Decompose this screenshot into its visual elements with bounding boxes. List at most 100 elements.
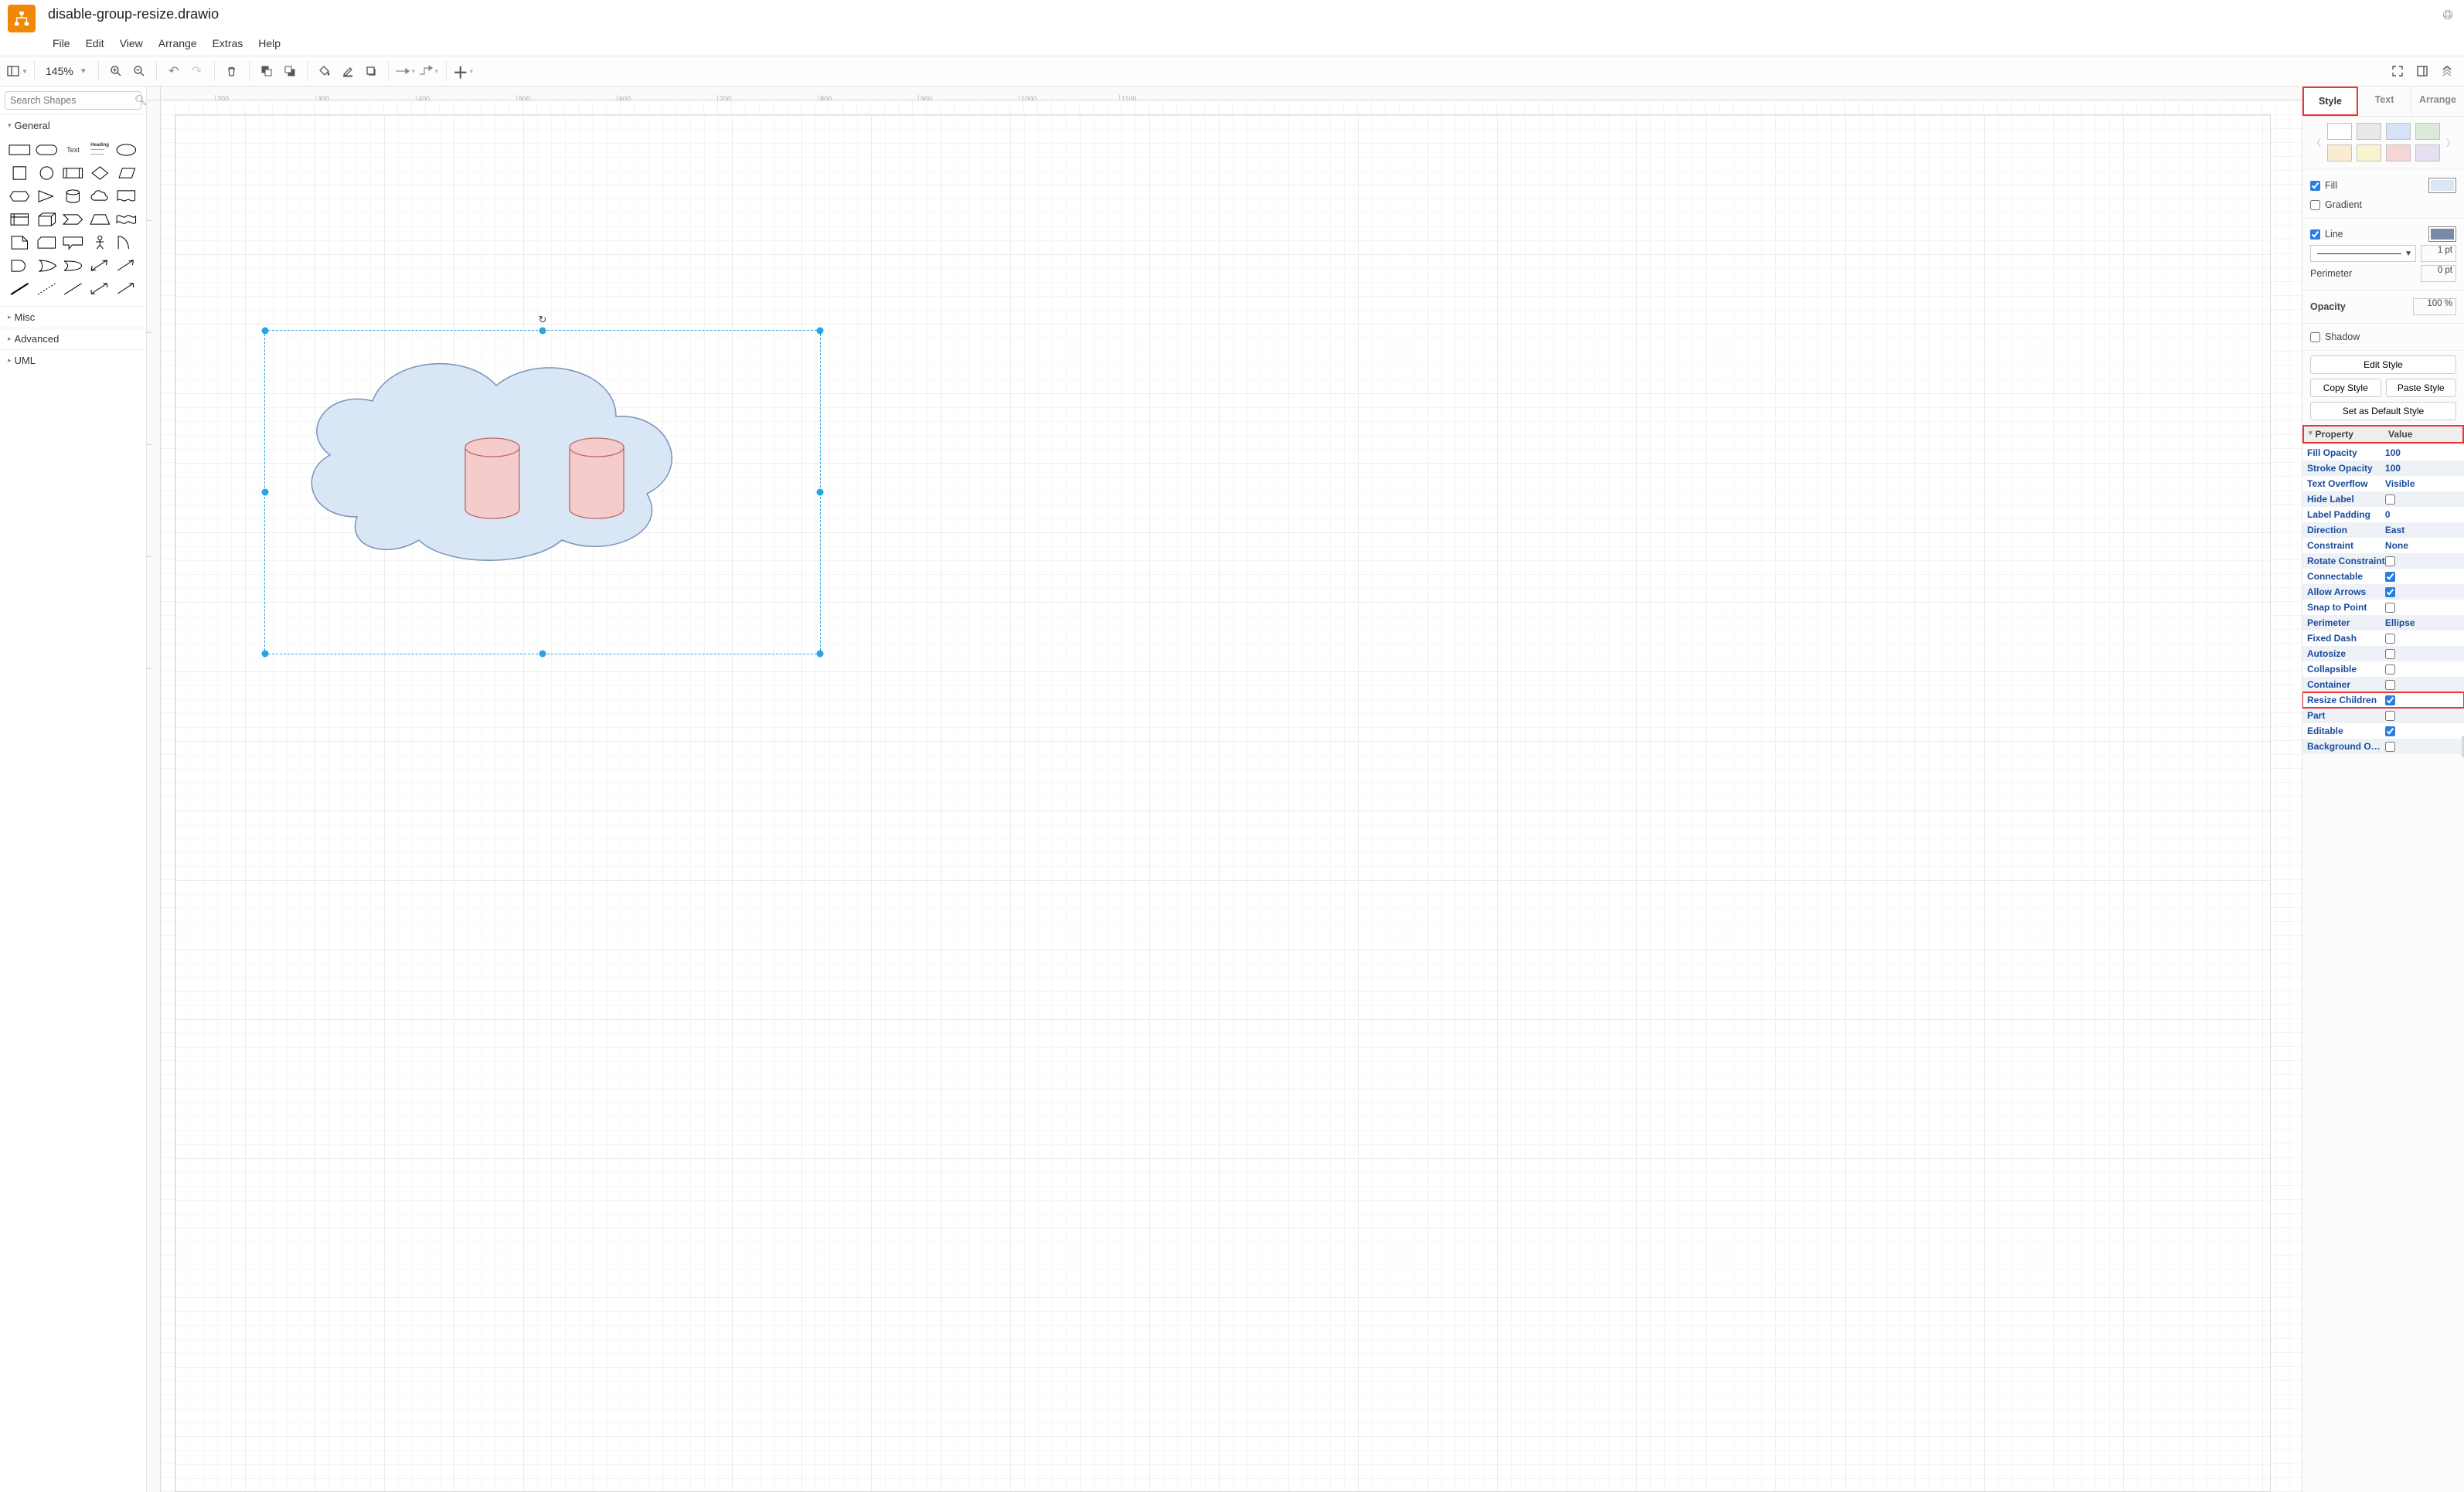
property-row[interactable]: Part — [2302, 708, 2464, 723]
property-value[interactable] — [2385, 556, 2459, 566]
tab-text[interactable]: Text — [2358, 87, 2411, 116]
shape-cloud[interactable] — [88, 187, 112, 206]
shape-parallelogram[interactable] — [114, 164, 138, 182]
shape-hexagon[interactable] — [8, 187, 32, 206]
color-swatch[interactable] — [2357, 123, 2381, 140]
redo-icon[interactable]: ↷ — [186, 60, 208, 82]
category-misc[interactable]: Misc — [0, 306, 146, 328]
copy-style-button[interactable]: Copy Style — [2310, 379, 2381, 397]
connection-icon[interactable]: ▼ — [395, 60, 417, 82]
shape-dir-thin[interactable] — [114, 280, 138, 298]
canvas-area[interactable]: 20030040050060070080090010001100 1002003… — [147, 87, 2302, 1492]
set-default-style-button[interactable]: Set as Default Style — [2310, 402, 2456, 420]
color-swatch[interactable] — [2357, 144, 2381, 161]
color-swatch[interactable] — [2386, 123, 2411, 140]
tab-style[interactable]: Style — [2302, 87, 2358, 116]
property-row[interactable]: Text OverflowVisible — [2302, 476, 2464, 491]
shape-cube[interactable] — [35, 210, 59, 229]
category-general[interactable]: General — [0, 114, 146, 136]
property-row[interactable]: Autosize — [2302, 646, 2464, 661]
shape-note[interactable] — [8, 233, 32, 252]
property-value[interactable]: None — [2385, 540, 2459, 551]
zoom-level[interactable]: 145%▼ — [41, 65, 92, 77]
shape-or[interactable] — [35, 257, 59, 275]
property-value[interactable]: 100 — [2385, 447, 2459, 458]
shape-rect[interactable] — [8, 141, 32, 159]
property-row[interactable]: Fill Opacity100 — [2302, 445, 2464, 461]
shape-rounded-rect[interactable] — [35, 141, 59, 159]
color-swatch[interactable] — [2327, 144, 2352, 161]
shape-triangle[interactable] — [35, 187, 59, 206]
waypoint-icon[interactable]: ▼ — [418, 60, 440, 82]
property-value[interactable] — [2385, 586, 2459, 597]
shape-tape[interactable] — [114, 210, 138, 229]
shape-line1[interactable] — [61, 280, 85, 298]
line-width-input[interactable]: 1 pt — [2421, 245, 2456, 262]
shape-diamond[interactable] — [88, 164, 112, 182]
resize-handle-nw[interactable] — [262, 328, 269, 335]
shape-circle[interactable] — [35, 164, 59, 182]
fill-color-swatch[interactable] — [2428, 178, 2456, 193]
resize-handle-w[interactable] — [262, 489, 269, 496]
property-row[interactable]: Rotate Constraint — [2302, 553, 2464, 569]
menu-edit[interactable]: Edit — [80, 36, 111, 51]
property-value[interactable] — [2385, 494, 2459, 505]
property-value[interactable] — [2385, 648, 2459, 659]
line-color-swatch[interactable] — [2428, 226, 2456, 242]
fill-color-icon[interactable] — [314, 60, 335, 82]
shape-square[interactable] — [8, 164, 32, 182]
shape-arrow[interactable] — [114, 257, 138, 275]
undo-icon[interactable]: ↶ — [163, 60, 185, 82]
property-row[interactable]: Fixed Dash — [2302, 630, 2464, 646]
sidebar-toggle-icon[interactable]: ▼ — [6, 60, 28, 82]
property-row[interactable]: Allow Arrows — [2302, 584, 2464, 600]
property-value[interactable]: Ellipse — [2385, 617, 2459, 628]
line-color-icon[interactable] — [337, 60, 359, 82]
format-panel-icon[interactable] — [2411, 60, 2433, 82]
resize-handle-e[interactable] — [817, 489, 824, 496]
property-row[interactable]: Editable — [2302, 723, 2464, 739]
shape-bidir-arrow[interactable] — [88, 257, 112, 275]
shape-and[interactable] — [8, 257, 32, 275]
zoom-out-icon[interactable] — [128, 60, 150, 82]
search-input-field[interactable] — [10, 95, 134, 106]
delete-icon[interactable] — [221, 60, 243, 82]
menu-arrange[interactable]: Arrange — [152, 36, 203, 51]
property-row[interactable]: ConstraintNone — [2302, 538, 2464, 553]
gradient-checkbox[interactable]: Gradient — [2310, 199, 2362, 210]
shape-link[interactable] — [8, 280, 32, 298]
property-value[interactable] — [2385, 679, 2459, 690]
property-row[interactable]: Label Padding0 — [2302, 507, 2464, 522]
shape-trapezoid[interactable] — [88, 210, 112, 229]
property-value[interactable]: 100 — [2385, 463, 2459, 474]
color-swatch[interactable] — [2386, 144, 2411, 161]
property-value[interactable] — [2385, 726, 2459, 736]
property-value[interactable] — [2385, 710, 2459, 721]
fullscreen-icon[interactable] — [2387, 60, 2408, 82]
shape-heading[interactable]: Heading―――――― — [88, 141, 112, 159]
zoom-in-icon[interactable] — [105, 60, 127, 82]
line-checkbox[interactable]: Line — [2310, 229, 2343, 240]
property-value[interactable]: 0 — [2385, 509, 2459, 520]
property-value[interactable] — [2385, 664, 2459, 675]
shadow-checkbox[interactable]: Shadow — [2310, 331, 2360, 342]
property-row[interactable]: Snap to Point — [2302, 600, 2464, 615]
category-advanced[interactable]: Advanced — [0, 328, 146, 349]
property-value[interactable] — [2385, 602, 2459, 613]
language-icon[interactable]: 🌐︎ — [2439, 5, 2456, 26]
edit-style-button[interactable]: Edit Style — [2310, 355, 2456, 374]
selection-marquee[interactable]: ↻ — [264, 330, 821, 654]
line-style-select[interactable]: ▼ — [2310, 245, 2416, 262]
perimeter-input[interactable]: 0 pt — [2421, 265, 2456, 282]
property-value[interactable] — [2385, 695, 2459, 705]
shape-card[interactable] — [35, 233, 59, 252]
category-uml[interactable]: UML — [0, 349, 146, 371]
shadow-icon[interactable] — [360, 60, 382, 82]
tab-arrange[interactable]: Arrange — [2411, 87, 2464, 116]
shape-internal-storage[interactable] — [8, 210, 32, 229]
property-value[interactable] — [2385, 741, 2459, 752]
shape-ellipse[interactable] — [114, 141, 138, 159]
property-row[interactable]: Collapsible — [2302, 661, 2464, 677]
menu-help[interactable]: Help — [252, 36, 287, 51]
search-shapes-input[interactable]: 🔍︎ — [5, 91, 141, 110]
